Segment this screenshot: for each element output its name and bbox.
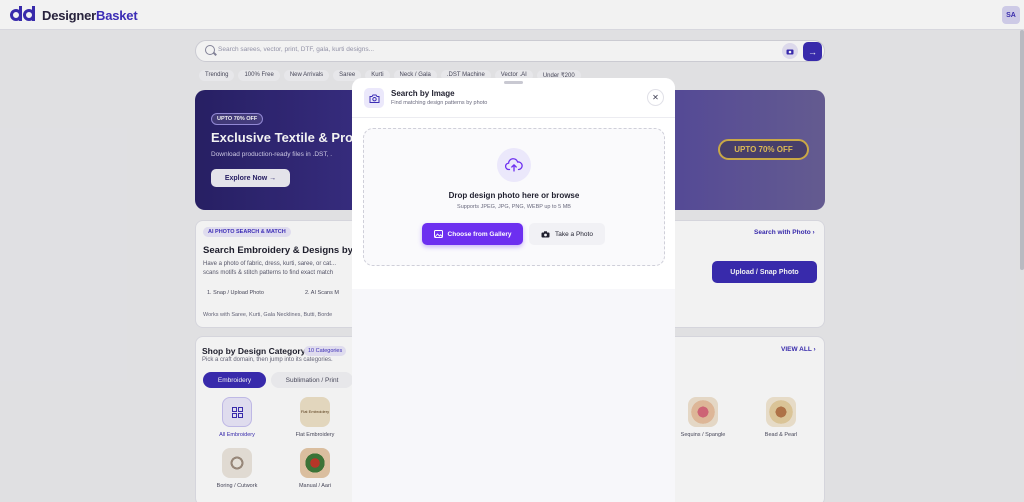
take-photo-label: Take a Photo xyxy=(555,230,593,238)
gallery-icon xyxy=(433,230,443,238)
choose-from-gallery-button[interactable]: Choose from Gallery xyxy=(422,223,523,245)
drop-zone-subtitle: Supports JPEG, JPG, PNG, WEBP up to 5 MB xyxy=(457,204,571,210)
modal-divider xyxy=(352,117,675,118)
modal-subtitle: Find matching design patterns by photo xyxy=(391,100,488,106)
close-icon: ✕ xyxy=(652,93,659,102)
gallery-button-label: Choose from Gallery xyxy=(447,230,512,238)
close-button[interactable]: ✕ xyxy=(647,89,664,106)
upload-cloud-icon xyxy=(497,148,531,182)
camera-icon xyxy=(541,230,550,237)
drag-handle[interactable] xyxy=(504,81,523,84)
camera-icon xyxy=(364,88,384,108)
modal-title: Search by Image xyxy=(391,89,455,98)
drop-zone-title: Drop design photo here or browse xyxy=(448,191,580,200)
take-photo-button[interactable]: Take a Photo xyxy=(529,223,605,245)
